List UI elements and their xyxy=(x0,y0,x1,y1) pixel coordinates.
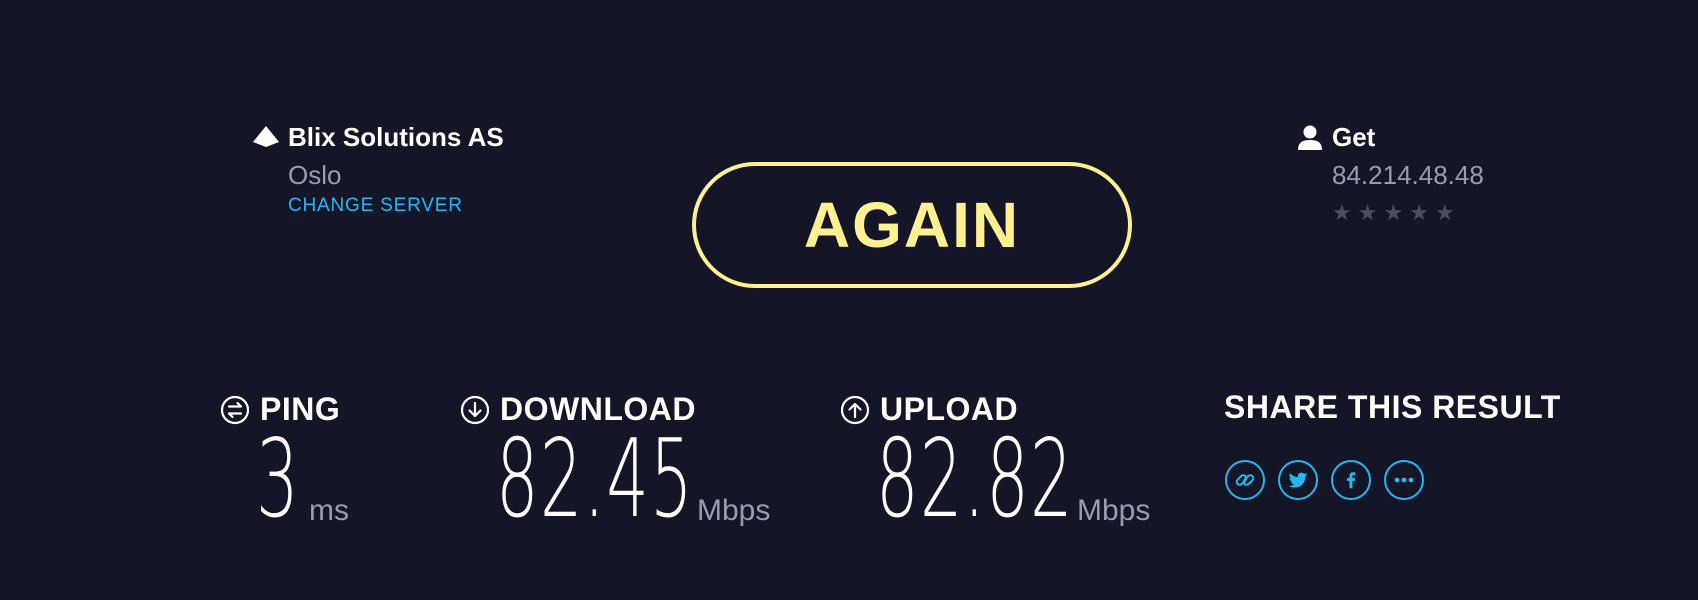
ping-value: 3 xyxy=(256,417,300,542)
more-icon xyxy=(1394,477,1414,483)
ping-icon xyxy=(220,395,250,424)
upload-value: 82.82 xyxy=(876,417,1074,542)
twitter-icon xyxy=(1288,472,1308,488)
facebook-icon xyxy=(1346,472,1356,489)
rating-star-icon[interactable]: ★ xyxy=(1435,202,1455,224)
share-title: SHARE THIS RESULT xyxy=(1224,389,1561,425)
rating-star-icon[interactable]: ★ xyxy=(1358,202,1378,224)
user-icon xyxy=(1298,125,1322,150)
rating-star-icon[interactable]: ★ xyxy=(1332,202,1352,224)
download-value: 82.45 xyxy=(496,417,694,542)
server-city: Oslo xyxy=(288,160,342,190)
again-button-label: AGAIN xyxy=(803,189,1021,261)
rating-star-icon[interactable]: ★ xyxy=(1383,202,1403,224)
rating-star-icon[interactable]: ★ xyxy=(1409,202,1429,224)
ip-address: 84.214.48.48 xyxy=(1332,160,1484,190)
server-icon xyxy=(253,126,279,147)
isp-name: Get xyxy=(1332,122,1376,152)
share-link-button[interactable] xyxy=(1225,460,1265,500)
share-twitter-button[interactable] xyxy=(1278,460,1318,500)
change-server-link[interactable]: CHANGE SERVER xyxy=(288,195,463,217)
share-facebook-button[interactable] xyxy=(1331,460,1371,500)
share-more-button[interactable] xyxy=(1384,460,1424,500)
share-buttons xyxy=(1225,460,1424,500)
again-button[interactable]: AGAIN xyxy=(692,162,1132,288)
download-unit: Mbps xyxy=(697,494,771,527)
link-icon xyxy=(1235,474,1255,486)
download-arrow-icon xyxy=(460,395,490,424)
isp-rating[interactable]: ★ ★ ★ ★ ★ xyxy=(1332,202,1455,224)
upload-arrow-icon xyxy=(840,395,870,424)
server-name: Blix Solutions AS xyxy=(288,122,504,152)
upload-unit: Mbps xyxy=(1077,494,1151,527)
ping-unit: ms xyxy=(309,494,349,527)
